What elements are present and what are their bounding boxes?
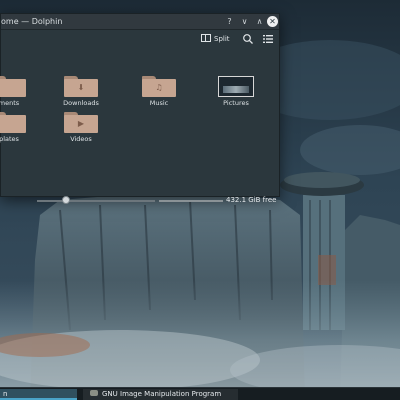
search-icon[interactable] [242,33,254,45]
video-folder-icon: ▶ [64,112,98,133]
folder-label: Pictures [223,99,249,107]
close-button[interactable]: ✕ [267,16,278,27]
help-button[interactable]: ? [224,16,235,27]
taskbar-task-dolphin[interactable]: n [0,389,77,400]
window-title: ome — Dolphin [1,17,63,26]
folder-item-pictures[interactable]: Pictures [206,76,266,107]
folder-label: plates [0,135,19,143]
folder-item-videos[interactable]: ▶ Videos [51,112,111,143]
split-button[interactable]: Split [201,34,230,45]
task-label: n [3,390,8,398]
status-bar: 432.1 GiB free [1,195,279,205]
free-space-text: 432.1 GiB free [226,196,277,204]
folder-item-downloads[interactable]: ⬇ Downloads [51,76,111,107]
dolphin-window[interactable]: ome — Dolphin ? ∨ ∧ ✕ Split ments ⬇ Down… [0,13,280,204]
hamburger-menu-icon[interactable] [263,34,273,44]
taskbar-task-gimp[interactable]: GNU Image Manipulation Program [83,389,238,400]
minimize-button[interactable]: ∨ [239,16,250,27]
zoom-slider-track[interactable] [37,200,155,202]
split-label: Split [214,35,230,43]
folder-item-templates[interactable]: plates [0,112,39,143]
folder-label: Videos [70,135,92,143]
folder-label: Downloads [63,99,99,107]
zoom-slider-handle[interactable] [62,196,70,204]
folder-label: ments [0,99,20,107]
download-folder-icon: ⬇ [64,76,98,97]
folder-item-documents[interactable]: ments [0,76,39,107]
task-label: GNU Image Manipulation Program [102,390,222,398]
folder-icon [0,76,26,97]
folder-item-music[interactable]: ♫ Music [129,76,189,107]
maximize-button[interactable]: ∧ [254,16,265,27]
music-folder-icon: ♫ [142,76,176,97]
taskbar: n GNU Image Manipulation Program [0,387,400,400]
folder-icon [0,112,26,133]
disk-space-bar [159,200,223,202]
gimp-icon [90,390,98,396]
file-view[interactable]: ments ⬇ Downloads ♫ Music Pictures plate… [0,48,279,194]
window-titlebar[interactable]: ome — Dolphin ? ∨ ∧ ✕ [1,14,279,30]
split-icon [201,34,211,42]
folder-label: Music [149,99,169,107]
pictures-thumbnail-icon [218,76,254,97]
main-toolbar: Split [1,30,279,48]
